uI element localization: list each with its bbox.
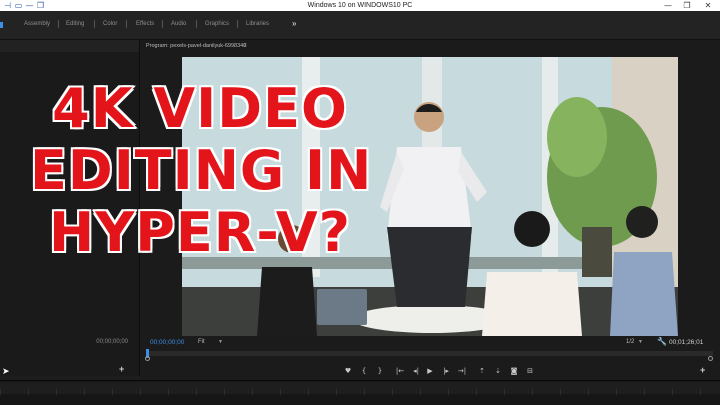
step-back-button[interactable]: ◂|	[410, 366, 422, 376]
playhead-timecode[interactable]: 00;00;00;00	[150, 338, 184, 348]
host-window-title: Windows 10 on WINDOWS10 PC	[307, 2, 413, 9]
play-button[interactable]: ▶	[424, 366, 436, 376]
window-minimize-icon[interactable]: —	[660, 0, 676, 11]
tab-effects[interactable]: Effects	[136, 12, 154, 36]
tab-editing[interactable]: Editing	[66, 12, 84, 36]
tab-graphics[interactable]: Graphics	[205, 12, 229, 36]
panel-menu-icon[interactable]: ≡	[243, 40, 247, 52]
tab-color[interactable]: Color	[103, 12, 117, 36]
lift-button[interactable]: ⇡	[476, 366, 488, 376]
extract-button[interactable]: ⇣	[492, 366, 504, 376]
tab-audio[interactable]: Audio	[171, 12, 186, 36]
overlay-title: 4K VIDEO EDITING IN HYPER-V?	[29, 76, 373, 265]
monitor-add-button[interactable]: +	[700, 365, 705, 375]
chevron-down-icon[interactable]: ▼	[218, 338, 223, 347]
source-add-button[interactable]: +	[119, 364, 124, 374]
zoom-handle-left[interactable]	[145, 356, 150, 361]
timeline-ruler-ticks	[0, 389, 720, 395]
overlay-line-1: 4K VIDEO	[51, 76, 349, 141]
tab-assembly[interactable]: Assembly	[24, 12, 50, 36]
mark-out-button[interactable]: }	[374, 366, 386, 376]
duration-timecode: 00;01;26;01	[669, 339, 704, 346]
divider	[196, 20, 197, 28]
overlay-line-2: EDITING IN	[29, 138, 373, 203]
mouse-cursor-icon: ➤	[2, 366, 10, 376]
source-timecode: 00;00;00;00	[96, 339, 128, 345]
window-restore-icon[interactable]: ❐	[679, 0, 695, 11]
divider	[126, 20, 127, 28]
export-frame-button[interactable]: ◙	[508, 366, 520, 376]
workspace-indicator	[0, 22, 3, 28]
zoom-handle-right[interactable]	[708, 356, 713, 361]
divider	[237, 20, 238, 28]
divider	[162, 20, 163, 28]
scrub-bar[interactable]	[147, 351, 713, 356]
step-forward-button[interactable]: |▸	[440, 366, 452, 376]
tab-libraries[interactable]: Libraries	[246, 12, 269, 36]
divider	[94, 20, 95, 28]
workspace-overflow-button[interactable]: »	[292, 12, 296, 36]
left-panel-tabbar	[0, 40, 139, 52]
window-close-icon[interactable]: ✕	[700, 0, 716, 11]
mark-in-button[interactable]: {	[358, 366, 370, 376]
chevron-down-icon[interactable]: ▼	[638, 338, 643, 347]
program-monitor-tab[interactable]: Program: pexels-pavel-danilyuk-6998340	[146, 40, 246, 52]
overlay-line-3: HYPER-V?	[48, 200, 352, 265]
playback-resolution-select[interactable]: 1/2	[626, 338, 634, 347]
add-marker-button[interactable]: ♥	[342, 366, 354, 376]
go-to-in-button[interactable]: |←	[394, 366, 406, 376]
wrench-icon[interactable]: 🔧	[657, 337, 667, 347]
divider	[58, 20, 59, 28]
go-to-out-button[interactable]: →|	[456, 366, 468, 376]
comparison-view-button[interactable]: ⊟	[524, 366, 536, 376]
